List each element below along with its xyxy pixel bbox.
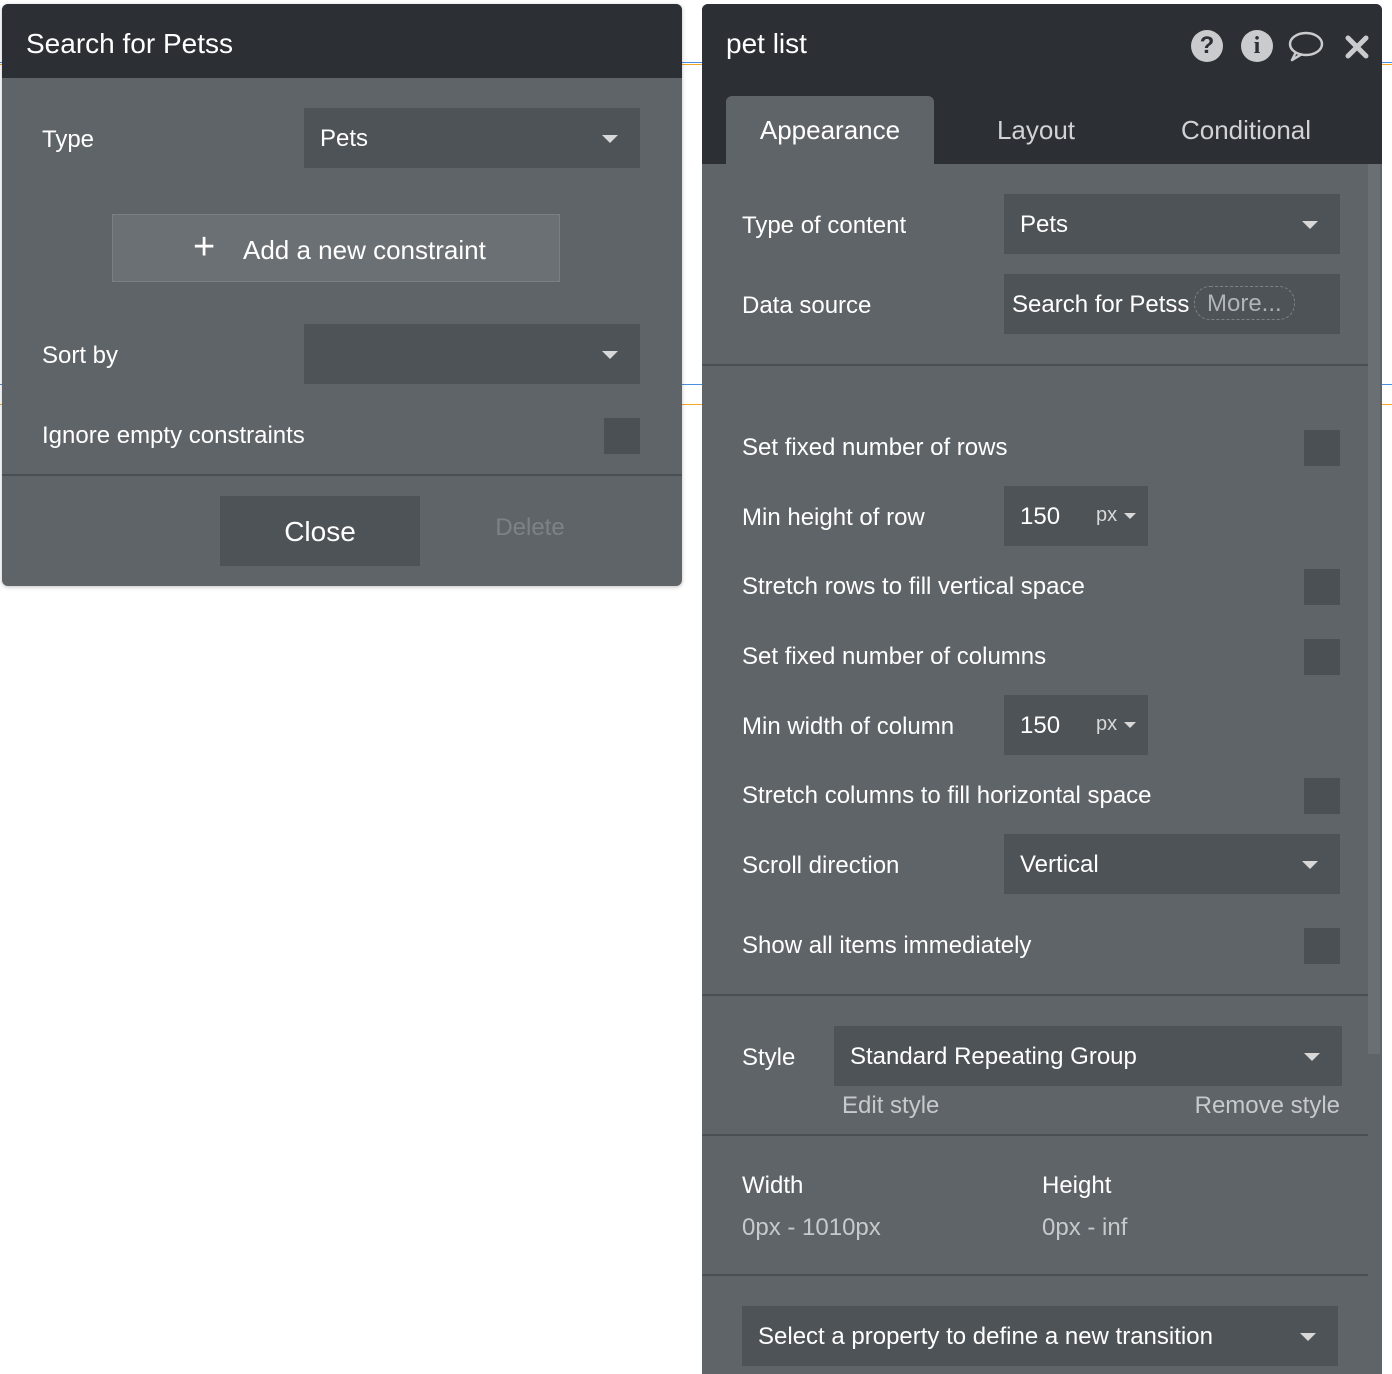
section-divider: [702, 1134, 1368, 1136]
tab-appearance[interactable]: Appearance: [726, 96, 934, 164]
stretch-rows-label: Stretch rows to fill vertical space: [742, 573, 1085, 600]
data-source-expression[interactable]: Search for Petss: [1012, 291, 1189, 319]
data-source-field[interactable]: Search for Petss More...: [1004, 274, 1340, 334]
search-constraints-panel: Search for Petss Type Pets + Add a new c…: [2, 4, 682, 586]
type-of-content-value: Pets: [1020, 211, 1069, 238]
min-col-width-unit[interactable]: px: [1096, 713, 1117, 736]
sort-by-label: Sort by: [42, 342, 119, 369]
close-icon[interactable]: [1344, 34, 1370, 60]
plus-icon: +: [193, 226, 216, 268]
style-dropdown-value: Standard Repeating Group: [850, 1043, 1137, 1070]
min-row-height-unit[interactable]: px: [1096, 504, 1117, 527]
style-label: Style: [742, 1044, 796, 1071]
edit-style-link[interactable]: Edit style: [842, 1092, 939, 1120]
data-source-label: Data source: [742, 292, 872, 319]
help-icon[interactable]: ?: [1191, 30, 1223, 62]
property-editor-header: pet list ? i Appearance Layout Condition…: [702, 4, 1382, 164]
min-row-height-label: Min height of row: [742, 504, 925, 531]
scroll-direction-value: Vertical: [1020, 851, 1099, 878]
chevron-down-icon: [602, 135, 618, 143]
min-col-width-input[interactable]: 150 px: [1004, 695, 1148, 755]
section-divider: [702, 1274, 1368, 1276]
stretch-cols-checkbox[interactable]: [1304, 778, 1340, 814]
remove-style-link[interactable]: Remove style: [1195, 1092, 1340, 1120]
add-constraint-label: Add a new constraint: [243, 235, 486, 265]
width-label: Width: [742, 1172, 804, 1199]
type-dropdown-value: Pets: [320, 125, 369, 152]
type-of-content-dropdown[interactable]: Pets: [1004, 194, 1340, 254]
search-panel-title: Search for Petss: [26, 28, 233, 59]
show-all-checkbox[interactable]: [1304, 928, 1340, 964]
section-divider: [702, 994, 1368, 996]
chevron-down-icon: [1300, 1333, 1316, 1341]
scroll-direction-label: Scroll direction: [742, 852, 900, 879]
style-dropdown[interactable]: Standard Repeating Group: [834, 1026, 1342, 1086]
min-col-width-label: Min width of column: [742, 713, 955, 740]
min-row-height-input[interactable]: 150 px: [1004, 486, 1148, 546]
scroll-direction-dropdown[interactable]: Vertical: [1004, 834, 1340, 894]
tab-conditional[interactable]: Conditional: [1142, 96, 1350, 164]
property-editor-panel: pet list ? i Appearance Layout Condition…: [702, 4, 1382, 1374]
chevron-down-icon: [602, 351, 618, 359]
chevron-down-icon: [1304, 1053, 1320, 1061]
show-all-label: Show all items immediately: [742, 932, 1032, 959]
add-constraint-button[interactable]: + Add a new constraint: [112, 214, 560, 282]
transition-placeholder: Select a property to define a new transi…: [758, 1323, 1213, 1350]
ignore-empty-checkbox[interactable]: [604, 418, 640, 454]
comment-icon[interactable]: [1288, 30, 1324, 62]
min-col-width-value[interactable]: 150: [1020, 712, 1060, 740]
fixed-columns-checkbox[interactable]: [1304, 639, 1340, 675]
height-value: 0px - inf: [1042, 1214, 1128, 1241]
width-value: 0px - 1010px: [742, 1214, 881, 1241]
sort-by-dropdown[interactable]: [304, 324, 640, 384]
section-divider: [2, 474, 682, 476]
scrollbar[interactable]: [1368, 164, 1380, 1054]
chevron-down-icon: [1124, 722, 1136, 728]
type-label: Type: [42, 126, 95, 153]
chevron-down-icon: [1124, 513, 1136, 519]
fixed-rows-checkbox[interactable]: [1304, 430, 1340, 466]
data-source-more-button[interactable]: More...: [1194, 286, 1295, 320]
fixed-columns-label: Set fixed number of columns: [742, 643, 1047, 670]
delete-button[interactable]: Delete: [450, 514, 610, 542]
type-dropdown[interactable]: Pets: [304, 108, 640, 168]
search-panel-header: Search for Petss: [2, 4, 682, 78]
fixed-rows-label: Set fixed number of rows: [742, 434, 1008, 461]
type-of-content-label: Type of content: [742, 212, 907, 239]
element-name-title[interactable]: pet list: [726, 28, 807, 60]
info-icon[interactable]: i: [1241, 30, 1273, 62]
chevron-down-icon: [1302, 221, 1318, 229]
min-row-height-value[interactable]: 150: [1020, 503, 1060, 531]
transition-dropdown[interactable]: Select a property to define a new transi…: [742, 1306, 1338, 1366]
ignore-empty-label: Ignore empty constraints: [42, 422, 305, 449]
close-button-label: Close: [284, 516, 356, 547]
section-divider: [702, 364, 1368, 366]
stretch-rows-checkbox[interactable]: [1304, 569, 1340, 605]
height-label: Height: [1042, 1172, 1112, 1199]
chevron-down-icon: [1302, 861, 1318, 869]
stretch-cols-label: Stretch columns to fill horizontal space: [742, 782, 1152, 809]
close-button[interactable]: Close: [220, 496, 420, 566]
tab-layout[interactable]: Layout: [950, 96, 1122, 164]
